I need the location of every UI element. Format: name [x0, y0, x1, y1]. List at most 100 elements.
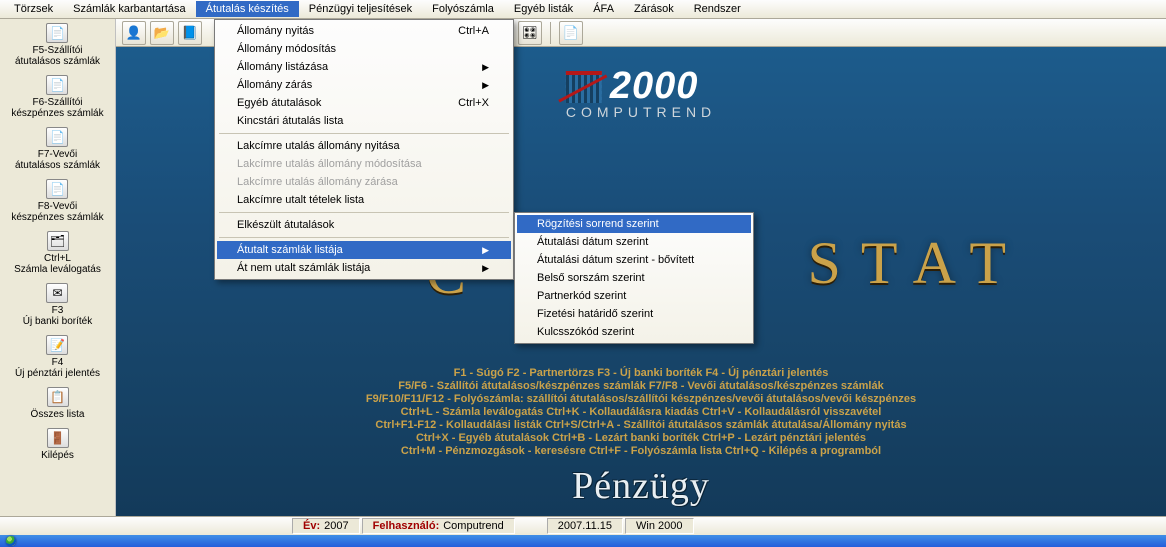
- menu-item-label: Egyéb átutalások: [237, 97, 321, 109]
- menu-item-label: Partnerkód szerint: [537, 290, 626, 302]
- sidebar-item-label: készpénzes számlák: [11, 108, 103, 119]
- sidebar-item-kilepes[interactable]: 🚪 Kilépés: [41, 428, 74, 461]
- help-line: F9/F10/F11/F12 - Folyószámla: szállítói …: [366, 393, 916, 406]
- sidebar-item-label: Összes lista: [31, 409, 85, 420]
- menu-item-label: Állomány nyitás: [237, 25, 314, 37]
- help-line: Ctrl+F1-F12 - Kollaudálási listák Ctrl+S…: [366, 419, 916, 432]
- shortcut-help: F1 - Súgó F2 - Partnertörzs F3 - Új bank…: [366, 367, 916, 458]
- sidebar-item-label: Új pénztári jelentés: [15, 368, 100, 379]
- menu-item-label: Kulcsszókód szerint: [537, 326, 634, 338]
- sidebar-item-f4[interactable]: 📝 F4 Új pénztári jelentés: [15, 335, 100, 379]
- chevron-right-icon: ▶: [482, 62, 489, 73]
- book-icon: 📘: [182, 25, 198, 41]
- toolbar-user-button[interactable]: 👤: [122, 21, 146, 45]
- menu-lakcimre-tetelek[interactable]: Lakcímre utalt tételek lista: [217, 191, 511, 209]
- menu-kincstari-atutalas-lista[interactable]: Kincstári átutalás lista: [217, 112, 511, 130]
- submenu-atutalt-szamlak: Rögzítési sorrend szerint Átutalási dátu…: [514, 212, 754, 344]
- menu-item-label: Átutalt számlák listája: [237, 244, 343, 256]
- status-os: Win 2000: [625, 518, 693, 534]
- sidebar-item-osszes-lista[interactable]: 📋 Összes lista: [31, 387, 85, 420]
- menu-separator: [219, 237, 509, 238]
- menu-zarasok[interactable]: Zárások: [624, 1, 684, 17]
- report-icon: 📝: [46, 335, 68, 355]
- submenu-kulcsszokod[interactable]: Kulcsszókód szerint: [517, 323, 751, 341]
- sidebar-item-f5[interactable]: 📄 F5-Szállítói átutalásos számlák: [15, 23, 100, 67]
- toolbar-divider: [550, 22, 551, 44]
- sidebar-item-f6[interactable]: 📄 F6-Szállítói készpénzes számlák: [11, 75, 103, 119]
- submenu-belso-sorszam[interactable]: Belső sorszám szerint: [517, 269, 751, 287]
- background-word-penzugy: Pénzügy: [572, 464, 710, 508]
- menu-separator: [219, 212, 509, 213]
- logo-grid-icon: [566, 71, 602, 103]
- status-user: Felhasználó: Computrend: [362, 518, 515, 534]
- menu-atutalt-szamlak-listaja[interactable]: Átutalt számlák listája ▶: [217, 241, 511, 259]
- menu-separator: [219, 133, 509, 134]
- menubar: Törzsek Számlák karbantartása Átutalás k…: [0, 0, 1166, 19]
- sidebar-item-label: F7-Vevői: [38, 149, 77, 160]
- menu-item-label: Lakcímre utalás állomány módosítása: [237, 158, 422, 170]
- user-icon: 👤: [126, 25, 142, 41]
- menu-item-label: Állomány módosítás: [237, 43, 336, 55]
- menu-allomany-modositas[interactable]: Állomány módosítás: [217, 40, 511, 58]
- help-line: F5/F6 - Szállítói átutalásos/készpénzes …: [366, 380, 916, 393]
- sidebar-item-label: Kilépés: [41, 450, 74, 461]
- envelope-icon: ✉: [46, 283, 68, 303]
- toolbar-book-button[interactable]: 📘: [178, 21, 202, 45]
- submenu-rogzitesi-sorrend[interactable]: Rögzítési sorrend szerint: [517, 215, 751, 233]
- sidebar-item-label: Új banki boríték: [23, 316, 92, 327]
- menu-allomany-nyitas[interactable]: Állomány nyitás Ctrl+A: [217, 22, 511, 40]
- menu-item-label: Belső sorszám szerint: [537, 272, 645, 284]
- menu-item-label: Lakcímre utalás állomány zárása: [237, 176, 398, 188]
- menu-egyeb-atutalasok[interactable]: Egyéb átutalások Ctrl+X: [217, 94, 511, 112]
- menu-item-label: Lakcímre utalás állomány nyitása: [237, 140, 400, 152]
- chevron-right-icon: ▶: [482, 80, 489, 91]
- sidebar-item-f8[interactable]: 📄 F8-Vevői készpénzes számlák: [11, 179, 103, 223]
- help-line: Ctrl+M - Pénzmozgások - keresésre Ctrl+F…: [366, 445, 916, 458]
- menu-egyeb-listak[interactable]: Egyéb listák: [504, 1, 583, 17]
- menu-afa[interactable]: ÁFA: [583, 1, 624, 17]
- control-icon: 🎛: [522, 25, 539, 41]
- menu-at-nem-utalt-szamlak[interactable]: Át nem utalt számlák listája ▶: [217, 259, 511, 277]
- sidebar-item-ctrl-l[interactable]: 🗂 Ctrl+L Számla leválogatás: [14, 231, 101, 275]
- folder-icon: 📂: [154, 25, 170, 41]
- sidebar-item-f3[interactable]: ✉ F3 Új banki boríték: [23, 283, 92, 327]
- submenu-partnerkod[interactable]: Partnerkód szerint: [517, 287, 751, 305]
- sidebar-item-label: Ctrl+L: [44, 253, 71, 264]
- status-value: Win 2000: [636, 520, 682, 532]
- menu-lakcimre-nyitasa[interactable]: Lakcímre utalás állomány nyitása: [217, 137, 511, 155]
- toolbar-control-button[interactable]: 🎛: [518, 21, 542, 45]
- menu-szamlak-karbantartasa[interactable]: Számlák karbantartása: [63, 1, 196, 17]
- background-word-stat: STAT: [807, 229, 1026, 298]
- menu-atutalas-keszites[interactable]: Átutalás készítés: [196, 1, 299, 17]
- menu-rendszer[interactable]: Rendszer: [684, 1, 751, 17]
- logo-subtitle: COMPUTREND: [566, 104, 716, 120]
- submenu-atutalasi-datum[interactable]: Átutalási dátum szerint: [517, 233, 751, 251]
- windows-taskbar[interactable]: [0, 535, 1166, 547]
- sidebar-item-label: átutalásos számlák: [15, 56, 100, 67]
- sidebar-item-label: F5-Szállítói: [32, 45, 82, 56]
- menu-elkeszult-atutalasok[interactable]: Elkészült átutalások: [217, 216, 511, 234]
- sidebar-item-f7[interactable]: 📄 F7-Vevői átutalásos számlák: [15, 127, 100, 171]
- menu-item-label: Át nem utalt számlák listája: [237, 262, 370, 274]
- document-icon: 📄: [46, 179, 68, 199]
- statusbar: Év: 2007 Felhasználó: Computrend 2007.11…: [0, 516, 1166, 535]
- list-icon: 📋: [47, 387, 69, 407]
- menu-penzugyi-teljesitesek[interactable]: Pénzügyi teljesítések: [299, 1, 422, 17]
- start-button[interactable]: [0, 535, 22, 547]
- logo-year: 2000: [610, 65, 699, 108]
- menu-item-label: Elkészült átutalások: [237, 219, 334, 231]
- menu-item-label: Átutalási dátum szerint: [537, 236, 648, 248]
- menu-folyoszamla[interactable]: Folyószámla: [422, 1, 504, 17]
- menu-torzsek[interactable]: Törzsek: [4, 1, 63, 17]
- menu-item-shortcut: Ctrl+X: [458, 97, 489, 109]
- toolbar-sheet-button[interactable]: 📄: [559, 21, 583, 45]
- sidebar-item-label: F8-Vevői: [38, 201, 77, 212]
- help-line: Ctrl+L - Számla leválogatás Ctrl+K - Kol…: [366, 406, 916, 419]
- menu-allomany-zaras[interactable]: Állomány zárás ▶: [217, 76, 511, 94]
- toolbar-folder-button[interactable]: 📂: [150, 21, 174, 45]
- menu-item-label: Állomány zárás: [237, 79, 312, 91]
- menu-item-shortcut: Ctrl+A: [458, 25, 489, 37]
- submenu-fizetesi-hatarido[interactable]: Fizetési határidő szerint: [517, 305, 751, 323]
- submenu-atutalasi-datum-bovitett[interactable]: Átutalási dátum szerint - bővített: [517, 251, 751, 269]
- menu-allomany-listazasa[interactable]: Állomány listázása ▶: [217, 58, 511, 76]
